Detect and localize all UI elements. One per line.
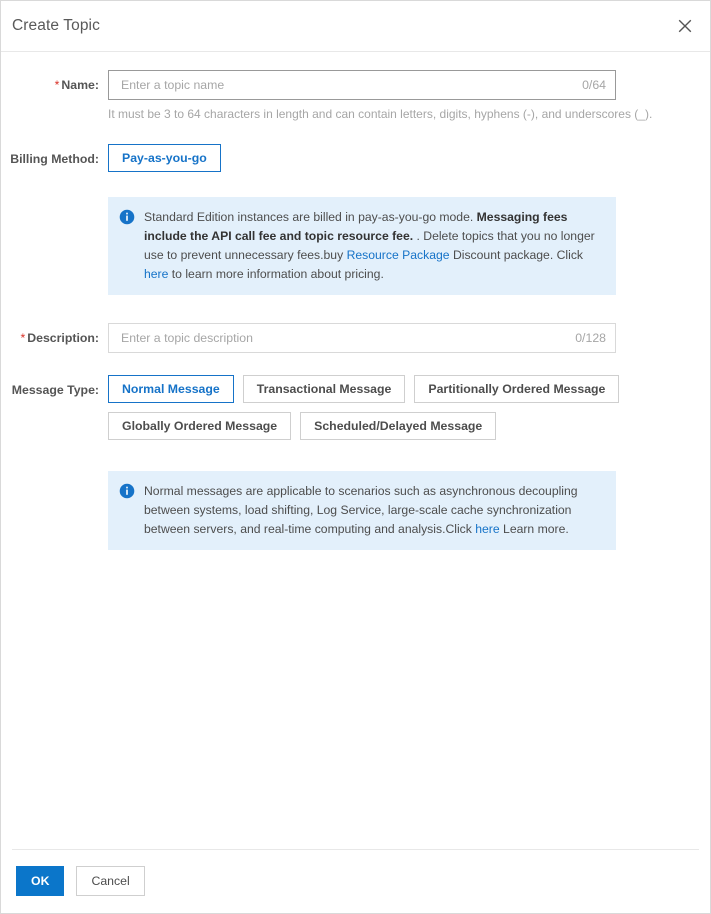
description-input[interactable]: Enter a topic description 0/128 xyxy=(108,323,616,353)
billing-method-options: Pay-as-you-go xyxy=(108,144,710,181)
billing-alert-part4: to learn more information about pricing. xyxy=(168,267,384,281)
billing-method-label: Billing Method: xyxy=(10,152,99,166)
message-type-alert-text: Normal messages are applicable to scenar… xyxy=(144,482,604,539)
name-char-counter: 0/64 xyxy=(582,78,606,92)
create-topic-dialog: Create Topic * Name: Enter a topic name 0… xyxy=(0,0,711,914)
billing-here-link[interactable]: here xyxy=(144,267,168,281)
name-input-placeholder: Enter a topic name xyxy=(121,78,225,92)
name-label: * Name: xyxy=(54,78,99,92)
description-char-counter: 0/128 xyxy=(575,331,606,345)
required-asterisk: * xyxy=(20,331,26,345)
message-type-alert: Normal messages are applicable to scenar… xyxy=(108,471,616,550)
footer-divider xyxy=(12,849,699,850)
dialog-footer: OK Cancel xyxy=(1,849,710,913)
message-type-alert-wrap: Normal messages are applicable to scenar… xyxy=(108,471,710,550)
message-type-field-wrap: Normal Message Transactional Message Par… xyxy=(108,375,710,449)
page-title: Create Topic xyxy=(12,17,100,34)
name-help-text: It must be 3 to 64 characters in length … xyxy=(108,107,653,121)
close-button[interactable] xyxy=(670,11,700,41)
billing-alert-part3: Discount package. Click xyxy=(449,248,584,262)
field-row-name: * Name: Enter a topic name 0/64 It must b… xyxy=(1,70,710,122)
billing-alert-wrap: Standard Edition instances are billed in… xyxy=(108,197,710,295)
info-icon xyxy=(119,483,135,499)
billing-alert: Standard Edition instances are billed in… xyxy=(108,197,616,295)
billing-alert-part1: Standard Edition instances are billed in… xyxy=(144,210,477,224)
message-type-option-scheduled-delayed[interactable]: Scheduled/Delayed Message xyxy=(300,412,497,440)
description-field-wrap: Enter a topic description 0/128 xyxy=(108,323,710,353)
dialog-header: Create Topic xyxy=(1,1,710,52)
field-row-billing-method: Billing Method: Pay-as-you-go xyxy=(1,144,710,181)
message-type-here-link[interactable]: here xyxy=(475,522,499,536)
field-row-message-type: Message Type: Normal Message Transaction… xyxy=(1,375,710,449)
ok-button[interactable]: OK xyxy=(16,866,65,896)
info-icon xyxy=(119,209,135,225)
billing-option-pay-as-you-go[interactable]: Pay-as-you-go xyxy=(108,144,221,172)
billing-alert-text: Standard Edition instances are billed in… xyxy=(144,208,604,284)
description-input-placeholder: Enter a topic description xyxy=(121,331,253,345)
billing-method-field-wrap: Pay-as-you-go xyxy=(108,144,710,181)
name-input[interactable]: Enter a topic name 0/64 xyxy=(108,70,616,100)
required-asterisk: * xyxy=(54,78,60,92)
field-row-description: * Description: Enter a topic description … xyxy=(1,323,710,353)
name-field-wrap: Enter a topic name 0/64 It must be 3 to … xyxy=(108,70,710,122)
close-icon xyxy=(677,18,693,34)
dialog-body: * Name: Enter a topic name 0/64 It must b… xyxy=(1,52,710,849)
message-type-options: Normal Message Transactional Message Par… xyxy=(108,375,710,449)
description-label: * Description: xyxy=(20,331,99,345)
resource-package-link[interactable]: Resource Package xyxy=(347,248,450,262)
message-type-label: Message Type: xyxy=(11,383,99,397)
message-type-alert-part2: Learn more. xyxy=(499,522,569,536)
message-type-option-globally-ordered[interactable]: Globally Ordered Message xyxy=(108,412,292,440)
message-type-option-transactional[interactable]: Transactional Message xyxy=(242,375,406,403)
message-type-option-normal[interactable]: Normal Message xyxy=(108,375,234,403)
cancel-button[interactable]: Cancel xyxy=(76,866,145,896)
message-type-option-partitionally-ordered[interactable]: Partitionally Ordered Message xyxy=(414,375,620,403)
